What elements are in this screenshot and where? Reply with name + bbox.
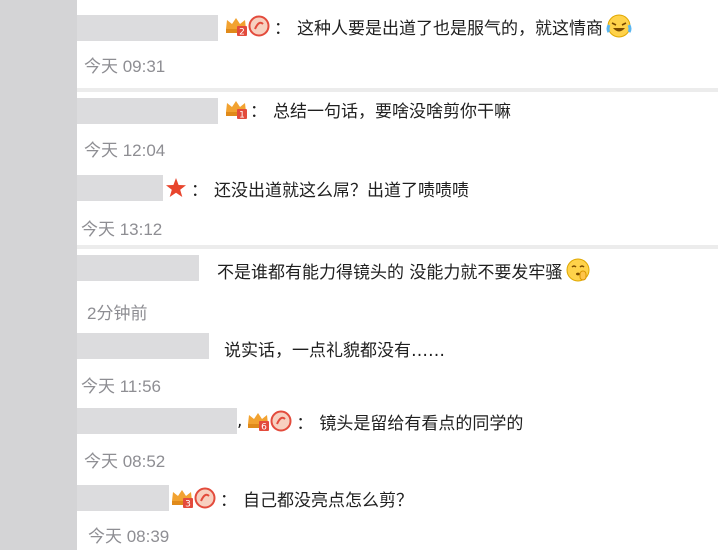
username-blurred[interactable] [77,98,218,124]
star-badge-icon [165,177,187,199]
avatar-badge-icon [194,487,216,509]
comment-timestamp: 今天 08:39 [88,527,170,546]
svg-text:1: 1 [239,111,245,121]
shush-emoji-icon [565,257,591,283]
avatar-badge-icon [270,410,292,432]
username-blurred[interactable] [77,255,199,281]
svg-text:2: 2 [239,28,245,38]
comment-card[interactable]: 1 ： 总结一句话，要啥没啥剪你干嘛 今天 12:04 [77,92,718,170]
crown-level-icon: 1 [224,98,247,121]
crown-level-icon: 2 [224,15,247,38]
username-blurred[interactable] [77,408,237,434]
comment-timestamp: 2分钟前 [87,304,148,323]
comment-card[interactable]: ： 还没出道就这么屌？出道了啧啧啧 今天 13:12 [77,170,718,245]
avatar-badge-icon [248,15,270,37]
username-blurred[interactable] [77,175,163,201]
comment-timestamp: 今天 12:04 [84,141,166,160]
left-strip [0,0,77,550]
comment-card[interactable]: 3 ： 自己都没亮点怎么剪？ 今天 08:39 [77,482,718,550]
comment-text: 不是谁都有能力得镜头的 没能力就不要发牢骚 [217,262,563,283]
username-blurred[interactable] [77,485,169,511]
username-blurred[interactable] [77,15,218,41]
username-blurred[interactable] [77,333,209,359]
comment-text: 自己都没亮点怎么剪？ [243,490,413,511]
cry-laugh-emoji-icon [606,13,632,39]
comment-card[interactable]: 不是谁都有能力得镜头的 没能力就不要发牢骚 2分钟前 [77,249,718,331]
crown-level-icon: 6 [246,410,270,433]
svg-text:6: 6 [262,423,268,433]
crown-level-icon: 3 [170,487,193,510]
comment-card[interactable]: 说实话，一点礼貌都没有…… 今天 11:56 [77,331,718,404]
comment-timestamp: 今天 11:56 [81,377,162,396]
comment-text: 镜头是留给有看点的同学的 [319,413,524,434]
comment-timestamp: 今天 09:31 [84,57,166,76]
comment-timestamp: 今天 08:52 [84,452,166,471]
comma-text: , [237,411,243,431]
comment-text: 总结一句话，要啥没啥剪你干嘛 [273,101,511,122]
comment-card[interactable]: 2 ： 这种人要是出道了也是服气的，就这情商 今天 09:31 [77,0,718,88]
comment-text: 说实话，一点礼貌都没有…… [224,340,445,361]
comment-timestamp: 今天 13:12 [81,220,163,239]
comment-text: 还没出道就这么屌？出道了啧啧啧 [214,180,469,201]
svg-text:3: 3 [185,500,191,510]
comment-card[interactable]: , 6 ： 镜头是留给有看点的同学的 今天 08:52 [77,404,718,482]
comment-text: 这种人要是出道了也是服气的，就这情商 [297,18,603,39]
